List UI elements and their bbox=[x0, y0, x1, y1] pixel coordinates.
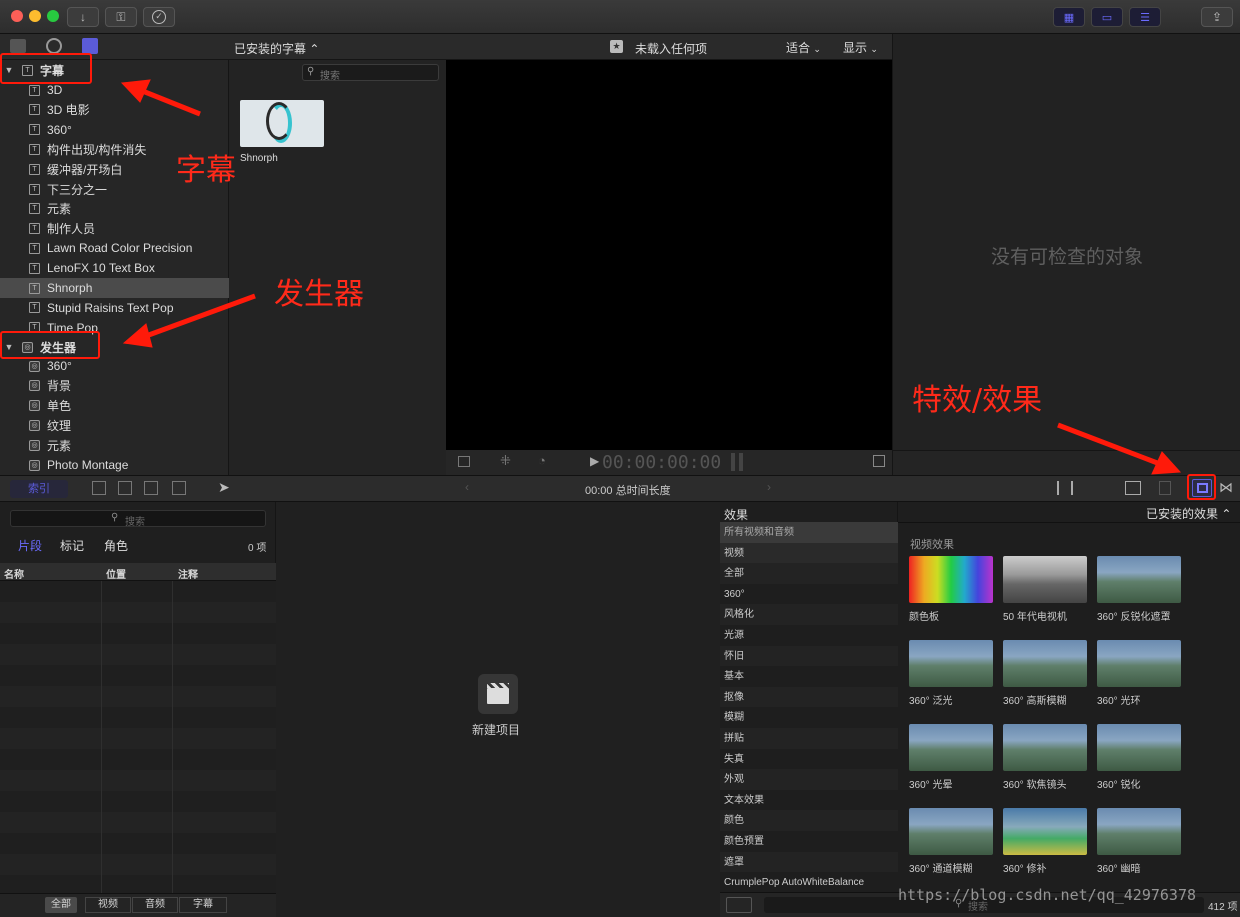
arrow-titles-shaft bbox=[139, 87, 201, 117]
annotation-label-generators: 发生器 bbox=[274, 277, 364, 312]
annotation-label-titles: 字幕 bbox=[176, 153, 236, 188]
annotation-label-effects: 特效/效果 bbox=[912, 383, 1043, 418]
arrow-effects-shaft bbox=[1057, 422, 1161, 467]
watermark-text: https://blog.csdn.net/qq_42976378 bbox=[898, 886, 1197, 904]
arrow-generators-shaft bbox=[145, 293, 256, 339]
arrow-generators-head bbox=[122, 323, 153, 348]
annotation-arrows bbox=[120, 79, 1182, 475]
